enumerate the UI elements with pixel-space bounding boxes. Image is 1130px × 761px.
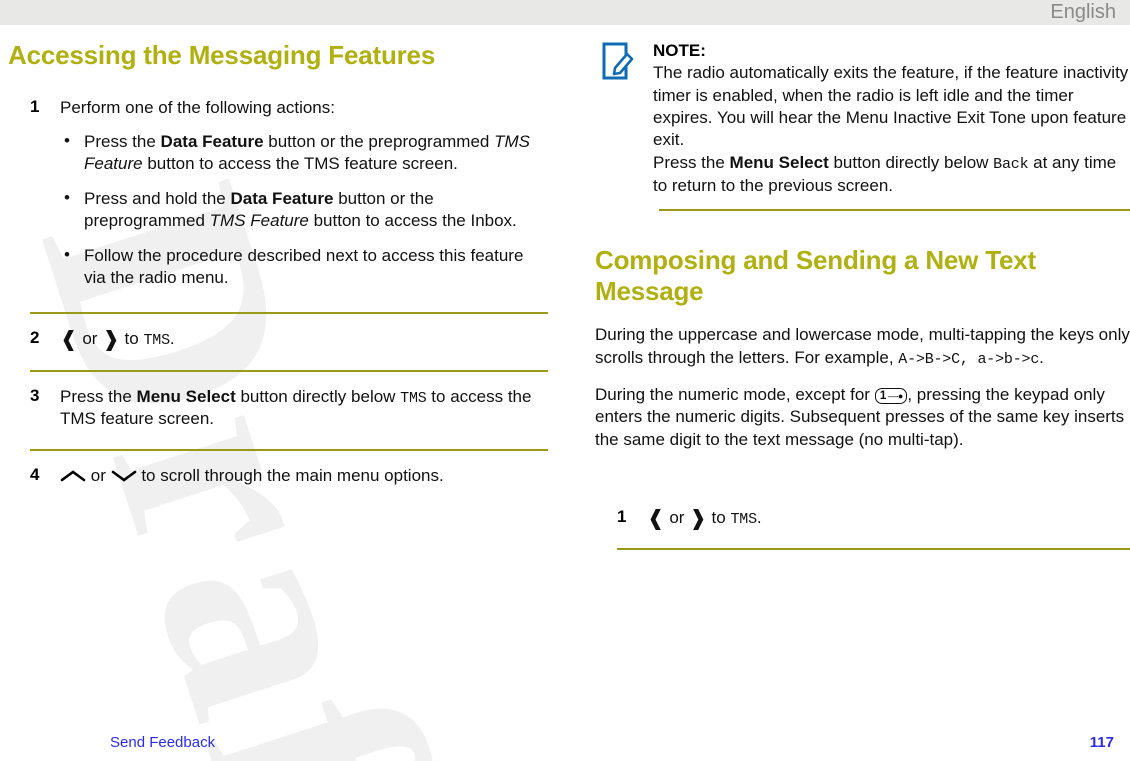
- step-2: 2 ❰ or ❱ to TMS.: [8, 328, 548, 361]
- menu-target: TMS: [730, 510, 757, 528]
- to-label: to: [711, 507, 726, 527]
- step-number: 1: [617, 506, 627, 526]
- note-block: NOTE: The radio automatically exits the …: [595, 40, 1130, 212]
- step-divider: [30, 369, 548, 372]
- step-1-bullets: • Press the Data Feature button or the p…: [60, 131, 548, 290]
- or-label: or: [82, 329, 98, 349]
- menu-select-label: Menu Select: [729, 152, 829, 172]
- bullet-dot-icon: •: [64, 130, 70, 150]
- step-4-text: to scroll through the main menu options.: [141, 466, 444, 486]
- menu-target: TMS: [143, 332, 170, 350]
- list-item: • Press the Data Feature button or the p…: [60, 131, 548, 175]
- menu-select-label: Menu Select: [136, 386, 236, 406]
- language-label: English: [1050, 1, 1116, 23]
- chevron-up-icon: [60, 467, 86, 482]
- step-text: ❰ or ❱ to TMS.: [60, 328, 548, 351]
- step-text: or to scroll through the main menu optio…: [60, 465, 548, 487]
- chevron-right-icon: ❱: [102, 327, 120, 352]
- right-step-1: 1 ❰ or ❱ to TMS.: [595, 507, 1130, 540]
- step-text: Perform one of the following actions: • …: [60, 97, 548, 290]
- step-divider: [30, 449, 548, 452]
- step-number: 4: [30, 465, 40, 485]
- document-page: Draft English Accessing the Messaging Fe…: [0, 0, 1130, 761]
- step-text: Press the Menu Select button directly be…: [60, 386, 532, 429]
- bullet-dot-icon: •: [64, 187, 70, 207]
- menu-target: TMS: [400, 389, 427, 407]
- page-number: 117: [1089, 734, 1114, 751]
- step-text: ❰ or ❱ to TMS.: [647, 507, 1130, 530]
- page-title: Accessing the Messaging Features: [8, 40, 436, 70]
- paragraph-multitapping: During the uppercase and lowercase mode,…: [595, 325, 1130, 368]
- left-column: Accessing the Messaging Features 1 Perfo…: [8, 40, 548, 498]
- step-number: 3: [30, 385, 40, 405]
- step-number: 2: [30, 328, 40, 348]
- header-band: [0, 0, 1130, 25]
- bullet-text: Follow the procedure described next to a…: [84, 246, 524, 288]
- bullet-text: Press the Data Feature button or the pre…: [84, 131, 530, 173]
- step-divider: [30, 312, 548, 315]
- send-feedback-link[interactable]: Send Feedback: [110, 734, 215, 751]
- period: .: [169, 329, 175, 349]
- period: .: [756, 507, 762, 527]
- chevron-left-icon: ❰: [60, 327, 78, 352]
- step-4: 4 or to scroll through the main menu opt…: [8, 465, 548, 497]
- chevron-down-icon: [111, 467, 137, 483]
- step-1-lead: Perform one of the following actions:: [60, 97, 335, 117]
- note-paragraph-1: The radio automatically exits the featur…: [653, 63, 1129, 150]
- note-pencil-icon: [601, 42, 635, 80]
- or-label: or: [90, 466, 106, 486]
- step-3: 3 Press the Menu Select button directly …: [8, 386, 548, 441]
- bullet-dot-icon: •: [64, 245, 70, 265]
- list-item: • Follow the procedure described next to…: [60, 245, 548, 289]
- note-divider: [659, 209, 1130, 212]
- bullet-text: Press and hold the Data Feature button o…: [84, 188, 517, 231]
- section-title-composing: Composing and Sending a New Text Message: [595, 245, 1036, 306]
- key-one-icon: 1 —·●: [874, 387, 908, 404]
- back-target: Back: [993, 155, 1029, 173]
- right-column: NOTE: The radio automatically exits the …: [595, 40, 1130, 564]
- step-1: 1 Perform one of the following actions: …: [8, 97, 548, 304]
- note-paragraph-2: Press the Menu Select button directly be…: [653, 152, 1117, 195]
- two-column-body: Accessing the Messaging Features 1 Perfo…: [0, 40, 1130, 720]
- note-label: NOTE:: [653, 41, 706, 60]
- chevron-left-icon: ❰: [647, 505, 665, 530]
- to-label: to: [124, 329, 139, 349]
- step-divider: [617, 548, 1130, 551]
- list-item: • Press and hold the Data Feature button…: [60, 188, 548, 232]
- step-number: 1: [30, 96, 40, 116]
- paragraph-numeric-mode: During the numeric mode, except for 1 —·…: [595, 384, 1125, 449]
- chevron-right-icon: ❱: [689, 505, 707, 530]
- or-label: or: [669, 507, 685, 527]
- page-footer: Send Feedback 117: [0, 725, 1130, 753]
- letter-sequence: A->B->C, a->b->c: [898, 350, 1040, 368]
